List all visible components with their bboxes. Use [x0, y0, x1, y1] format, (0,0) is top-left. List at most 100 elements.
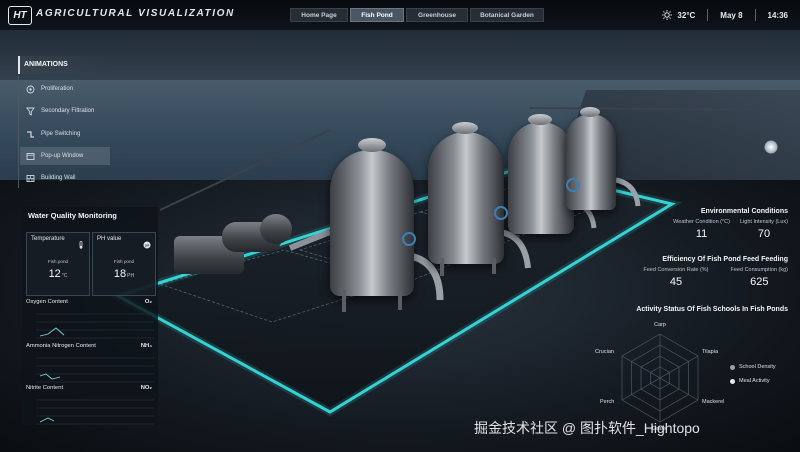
- filter-tank[interactable]: [566, 114, 616, 210]
- tab-home-page[interactable]: Home Page: [290, 8, 348, 22]
- tab-greenhouse[interactable]: Greenhouse: [406, 8, 468, 22]
- light-stat: Light Intensity (Lux) 70: [740, 219, 788, 240]
- divider: [707, 9, 709, 21]
- ammonia-sparkline: [36, 357, 154, 383]
- tank-cap: [358, 138, 386, 152]
- environment-panel: Environmental Conditions Weather Conditi…: [620, 208, 788, 240]
- watermark: 掘金技术社区 @ 图扑软件_Hightopo: [474, 420, 700, 436]
- tank-cap: [528, 114, 552, 125]
- consumption-value: 625: [750, 276, 769, 288]
- activity-title: Activity Status Of Fish Schools In Fish …: [636, 306, 788, 313]
- wall-icon: [26, 174, 35, 183]
- anim-item-label: Pipe Switching: [41, 131, 81, 137]
- main-nav: Home Page Fish Pond Greenhouse Botanical…: [290, 8, 544, 22]
- light-label: Light Intensity (Lux): [740, 219, 788, 225]
- oxygen-chart[interactable]: Oxygen Content O₂: [26, 299, 154, 341]
- filter-tank[interactable]: [330, 150, 414, 296]
- divider: [754, 9, 756, 21]
- legend-swatch: [730, 364, 735, 370]
- radar-axis-mackerel: Mackerel: [702, 399, 725, 405]
- ammonia-chart-unit: NH₄: [140, 343, 152, 349]
- animations-title: ANIMATIONS: [18, 56, 112, 74]
- app-logo: HT: [8, 6, 32, 25]
- thermometer-icon: [77, 236, 85, 249]
- legend-meal-activity[interactable]: Meal Activity: [730, 378, 770, 384]
- temperature-sub: Fish pond: [47, 259, 69, 264]
- anim-item-popup-window[interactable]: Pop-up Window: [20, 147, 110, 165]
- ph-label: PH value: [97, 236, 122, 242]
- temperature-readout: 32°C: [677, 10, 696, 20]
- nitrite-chart-unit: NO₂: [140, 385, 152, 391]
- anim-item-label: Secondary Filtration: [41, 108, 95, 114]
- pump-head[interactable]: [260, 214, 292, 244]
- ammonia-chart[interactable]: Ammonia Nitrogen Content NH₄: [26, 343, 154, 385]
- ph-sub: Fish pond: [113, 259, 135, 264]
- ph-value: 18: [113, 268, 127, 280]
- top-bar: HT AGRICULTURAL VISUALIZATION Home Page …: [0, 0, 800, 30]
- legend-swatch: [730, 378, 735, 384]
- oxygen-chart-label: Oxygen Content: [26, 299, 68, 305]
- temperature-value-row: 12°C: [27, 268, 89, 280]
- tank-leg: [440, 258, 444, 276]
- anim-item-label: Proliferation: [41, 86, 74, 92]
- feed-title: Efficiency Of Fish Pond Feed Feeding: [662, 256, 788, 263]
- nitrite-chart-label: Nitrite Content: [26, 385, 64, 391]
- legend-school-density[interactable]: School Density: [730, 364, 776, 370]
- pipe-icon: [26, 130, 35, 139]
- anim-item-secondary-filtration[interactable]: Secondary Filtration: [20, 102, 112, 120]
- environment-title: Environmental Conditions: [700, 208, 788, 215]
- railing: [529, 107, 781, 111]
- tab-botanical-garden[interactable]: Botanical Garden: [470, 8, 544, 22]
- activity-title-wrap: Activity Status Of Fish Schools In Fish …: [620, 306, 788, 313]
- svg-text:pH: pH: [145, 243, 150, 247]
- ph-unit: PH: [127, 273, 135, 279]
- ammonia-chart-label: Ammonia Nitrogen Content: [26, 343, 96, 349]
- environment-stats: Weather Condition (°C) 11 Light Intensit…: [620, 219, 788, 240]
- status-area: 32°C May 8 14:36: [662, 9, 788, 21]
- radar-axis-perch: Perch: [600, 399, 615, 405]
- tank-cap: [580, 107, 600, 117]
- conversion-label: Feed Conversion Rate (%): [643, 267, 709, 273]
- oxygen-sparkline: [36, 313, 154, 339]
- radar-axis-tilapia: Tilapia: [702, 349, 718, 355]
- ph-card[interactable]: PH value pH Fish pond 18PH: [92, 232, 156, 296]
- weather-value: 11: [695, 228, 708, 240]
- feed-panel: Efficiency Of Fish Pond Feed Feeding Fee…: [620, 256, 788, 288]
- water-quality-title: Water Quality Monitoring: [28, 211, 117, 220]
- proliferation-icon: [26, 85, 35, 94]
- temperature-card[interactable]: Temperature Fish pond 12°C: [26, 232, 90, 296]
- tab-fish-pond[interactable]: Fish Pond: [350, 8, 404, 22]
- ph-value-row: 18PH: [93, 268, 155, 280]
- valve-wheel[interactable]: [566, 178, 580, 192]
- ph-icon: pH: [143, 236, 151, 249]
- filter-icon: [26, 107, 35, 116]
- oxygen-chart-unit: O₂: [144, 299, 152, 305]
- tank-leg: [398, 290, 402, 310]
- water-quality-panel: Water Quality Monitoring Temperature Fis…: [22, 207, 158, 425]
- railing: [159, 129, 331, 211]
- lamp-post: [764, 140, 778, 154]
- anim-item-proliferation[interactable]: Proliferation: [20, 80, 112, 98]
- weather-label: Weather Condition (°C): [673, 219, 730, 225]
- feed-stats: Feed Conversion Rate (%) 45 Feed Consump…: [620, 267, 788, 288]
- consumption-label: Feed Consumption (kg): [730, 267, 788, 273]
- filter-tank[interactable]: [508, 122, 574, 234]
- tank-leg: [492, 258, 496, 274]
- radar-axis-carp: Carp: [654, 322, 666, 328]
- filter-tank[interactable]: [428, 132, 504, 264]
- valve-wheel[interactable]: [494, 206, 508, 220]
- consumption-stat: Feed Consumption (kg) 625: [731, 267, 788, 288]
- weather-stat: Weather Condition (°C) 11: [673, 219, 730, 240]
- temperature-unit: °C: [61, 273, 68, 279]
- conversion-stat: Feed Conversion Rate (%) 45: [643, 267, 708, 288]
- light-value: 70: [757, 228, 771, 240]
- temperature-value: 12: [48, 268, 61, 280]
- sun-icon: [662, 10, 673, 20]
- valve-wheel[interactable]: [402, 232, 416, 246]
- anim-item-pipe-switching[interactable]: Pipe Switching: [20, 125, 112, 143]
- animations-panel: ANIMATIONS: [18, 56, 112, 74]
- anim-item-building-wall[interactable]: Building Wall: [20, 169, 112, 187]
- nitrite-chart[interactable]: Nitrite Content NO₂: [26, 385, 154, 427]
- time-readout: 14:36: [767, 10, 788, 20]
- conversion-value: 45: [669, 276, 683, 288]
